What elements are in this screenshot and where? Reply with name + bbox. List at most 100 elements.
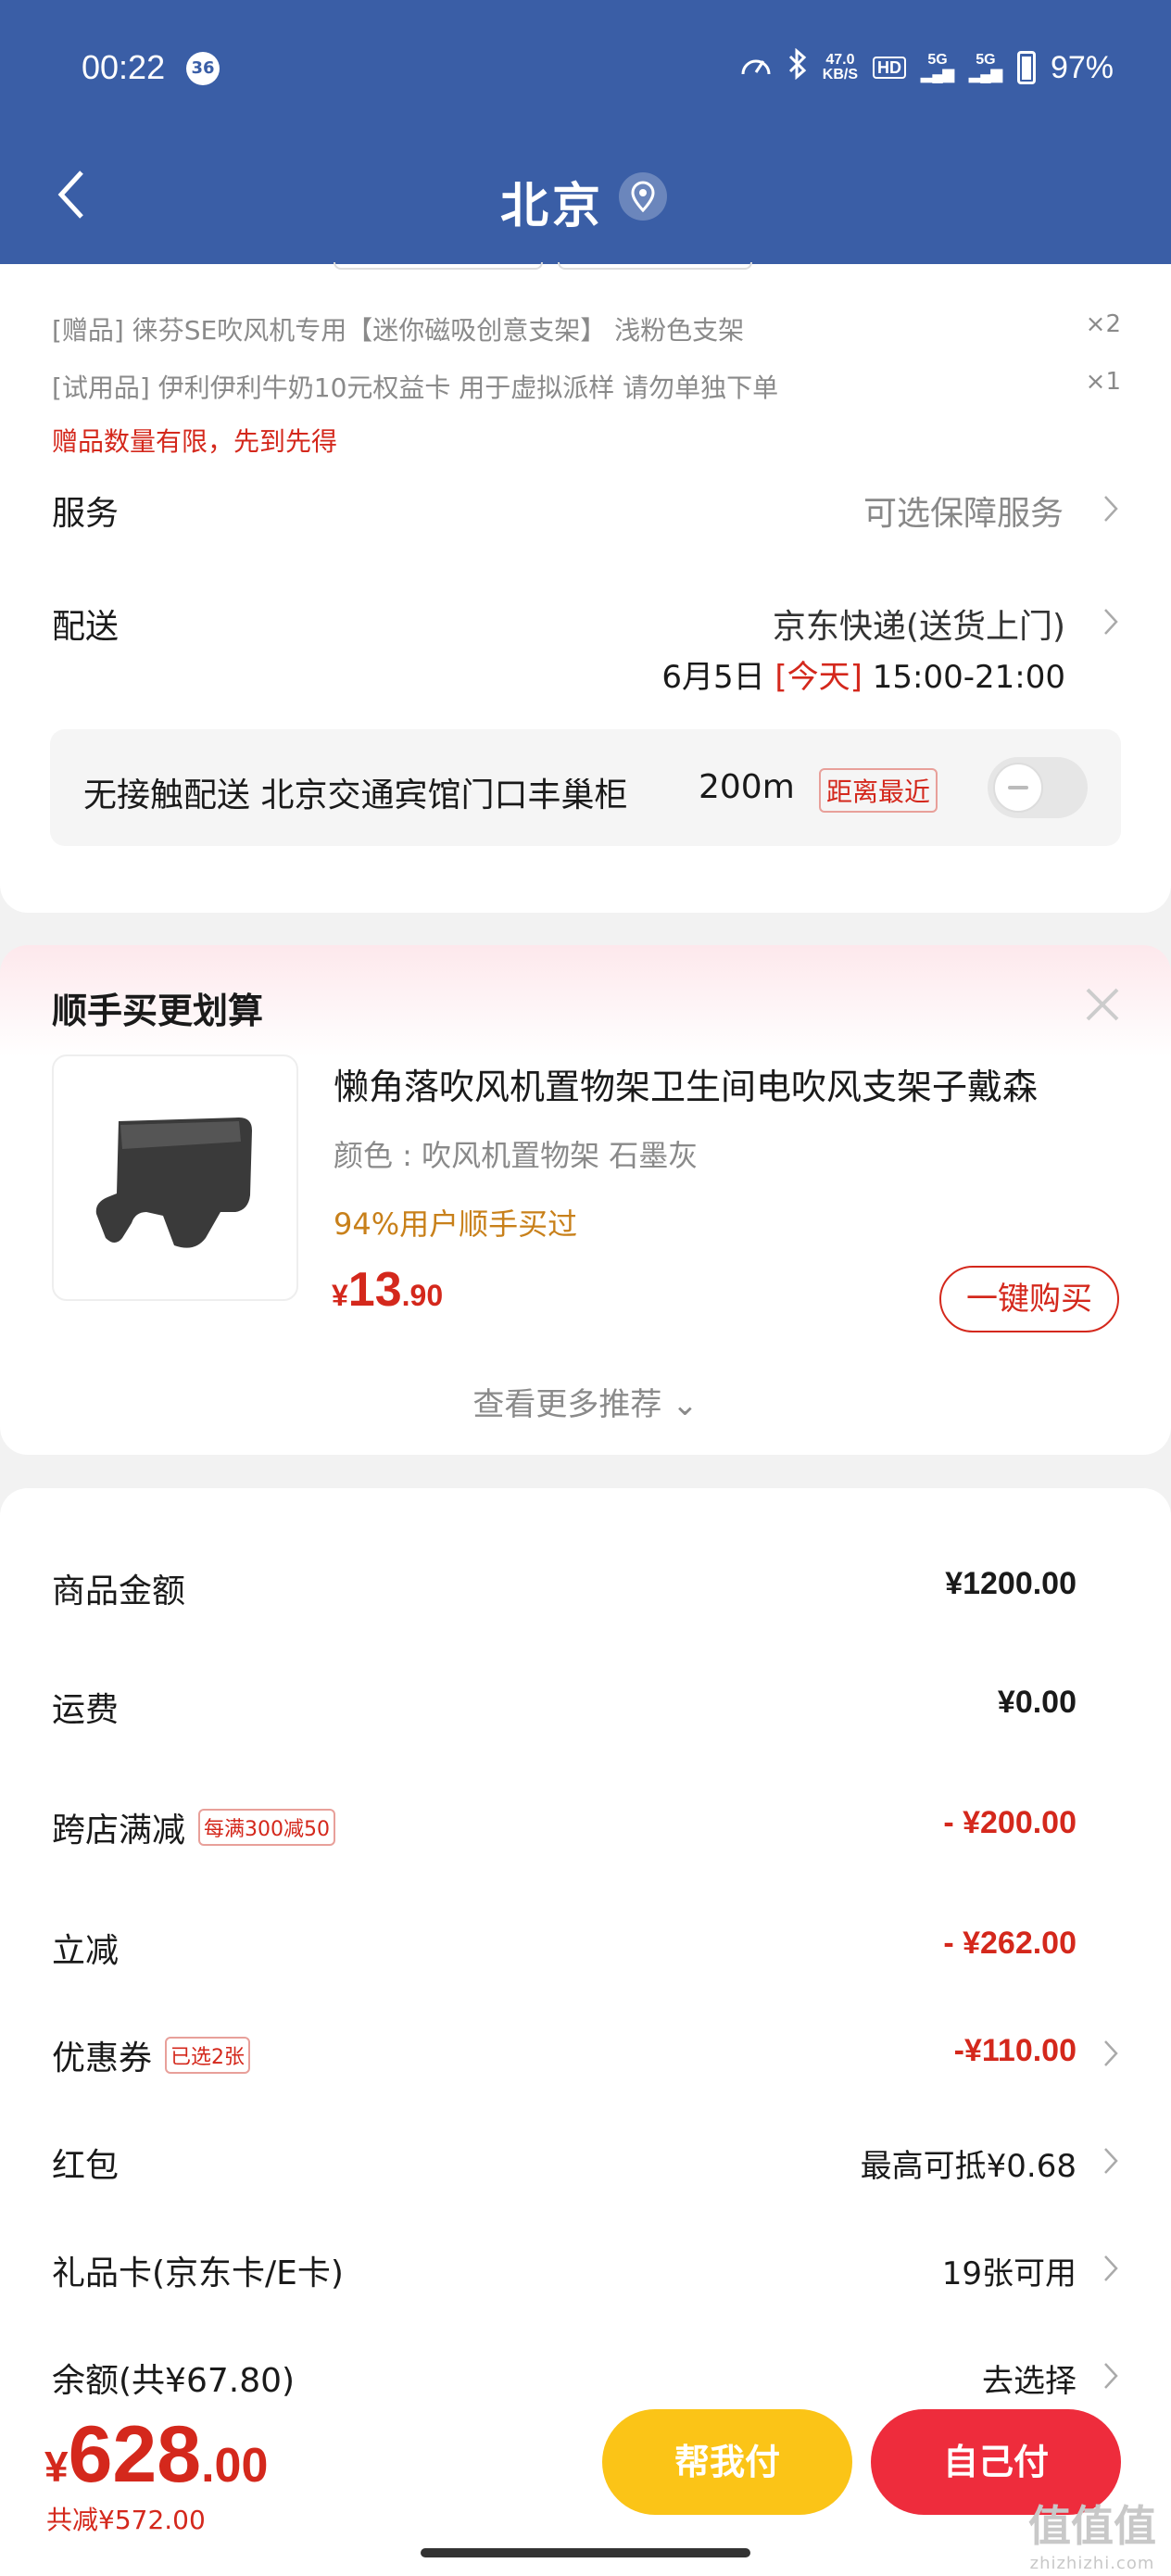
close-icon: [1086, 988, 1119, 1021]
coupon-label: 优惠券 已选2张: [52, 2031, 251, 2079]
coupon-selected-tag: 已选2张: [165, 2037, 251, 2074]
notification-count-badge: 36: [186, 52, 220, 85]
total-price: ¥628.00: [44, 2409, 268, 2501]
checkout-footer: ¥628.00 共减¥572.00 帮我付 自己付 值值值 zhizhizhi.c…: [0, 2400, 1171, 2576]
toggle-knob: [993, 763, 1043, 813]
delivery-today-tag: [今天]: [774, 659, 863, 696]
close-button[interactable]: [1082, 984, 1123, 1025]
tab-stub: [558, 262, 752, 270]
recommendation-title: 顺手买更划算: [52, 991, 264, 1031]
gift-card-row[interactable]: 礼品卡(京东卡/E卡) 19张可用: [0, 2246, 1171, 2302]
net-speed: 47.0 KB/S: [823, 53, 858, 82]
chevron-right-icon: [1102, 607, 1119, 644]
service-value: 可选保障服务: [863, 495, 1064, 533]
bluetooth-icon: [787, 47, 808, 87]
coupon-row[interactable]: 优惠券 已选2张 -¥110.00: [0, 2031, 1171, 2087]
red-packet-value: 最高可抵¥0.68: [860, 2148, 1077, 2185]
red-packet-label: 红包: [52, 2147, 120, 2185]
signal-label-1: 5G: [927, 52, 948, 68]
contactless-toggle[interactable]: [988, 757, 1088, 818]
location-pin-button[interactable]: [619, 172, 667, 221]
chevron-right-icon: [1102, 2361, 1119, 2394]
items-amount-value: ¥1200.00: [945, 1566, 1077, 1601]
delivery-method: 京东快递(送货上门): [772, 608, 1065, 646]
coupon-label-text: 优惠券: [52, 2039, 153, 2077]
app-header: 00:22 36 47.0 KB/S HD 5G ▂▄▆ 5G ▂▄▆ 97% 北京: [0, 0, 1171, 264]
watermark-sub: zhizhizhi.com: [1029, 2554, 1155, 2573]
battery-percent: 97%: [1050, 49, 1114, 85]
chevron-right-icon: [1102, 2146, 1119, 2179]
gift-item: [试用品] 伊利伊利牛奶10元权益卡 用于虚拟派样 请勿单独下单 ×1: [52, 368, 1121, 405]
instant-discount-row: 立减 - ¥262.00: [0, 1924, 1171, 1979]
price-integer: 13: [347, 1263, 402, 1317]
status-time: 00:22: [82, 48, 166, 86]
contactless-delivery-box: 无接触配送 北京交通宾馆门口丰巢柜 200m 距离最近: [50, 729, 1121, 846]
delivery-slot: 15:00-21:00: [862, 659, 1065, 696]
hair-dryer-holder-image: [95, 1118, 252, 1248]
watermark-text: 值值值: [1028, 2501, 1156, 2551]
gift-item-text: [试用品] 伊利伊利牛奶10元权益卡 用于虚拟派样 请勿单独下单: [52, 373, 779, 403]
contactless-text: 无接触配送 北京交通宾馆门口丰巢柜: [83, 777, 628, 814]
gift-card-label: 礼品卡(京东卡/E卡): [52, 2254, 344, 2292]
gift-item: [赠品] 徕芬SE吹风机专用【迷你磁吸创意支架】 浅粉色支架 ×2: [52, 310, 1121, 347]
delivery-date: 6月5日: [661, 659, 775, 696]
more-recommendations-link[interactable]: 查看更多推荐 ⌄: [0, 1379, 1171, 1424]
status-bar: 00:22 36 47.0 KB/S HD 5G ▂▄▆ 5G ▂▄▆ 97%: [0, 44, 1171, 96]
coupon-value: -¥110.00: [953, 2033, 1077, 2068]
net-speed-unit: KB/S: [822, 67, 859, 82]
signal-label-2: 5G: [976, 52, 996, 68]
status-indicators: 47.0 KB/S HD 5G ▂▄▆ 5G ▂▄▆ 97%: [739, 47, 1114, 87]
product-color: 颜色 : 吹风机置物架 石墨灰: [334, 1138, 699, 1173]
help-me-pay-button[interactable]: 帮我付: [602, 2409, 852, 2515]
chevron-left-icon: [57, 170, 83, 219]
price-decimal: .90: [401, 1279, 444, 1312]
cross-store-discount-row: 跨店满减 每满300减50 - ¥200.00: [0, 1803, 1171, 1859]
cross-store-tag: 每满300减50: [198, 1809, 336, 1846]
location-pin-icon: [631, 181, 655, 212]
total-price-symbol: ¥: [44, 2443, 69, 2491]
site-watermark: 值值值 zhizhizhi.com: [1028, 2493, 1156, 2573]
cross-store-label-text: 跨店满减: [52, 1812, 186, 1850]
service-label: 服务: [52, 495, 120, 533]
product-image[interactable]: [52, 1054, 298, 1301]
total-price-decimal: .00: [201, 2439, 269, 2493]
gift-item-text: [赠品] 徕芬SE吹风机专用【迷你磁吸创意支架】 浅粉色支架: [52, 315, 745, 346]
red-packet-row[interactable]: 红包 最高可抵¥0.68: [0, 2139, 1171, 2194]
speedometer-icon: [739, 50, 773, 85]
price-symbol: ¥: [332, 1279, 348, 1312]
order-details-card: [赠品] 徕芬SE吹风机专用【迷你磁吸创意支架】 浅粉色支架 ×2 [试用品] …: [0, 262, 1171, 913]
shipping-row: 运费 ¥0.00: [0, 1683, 1171, 1738]
product-bought-stat: 94%用户顺手买过: [334, 1206, 578, 1242]
home-indicator[interactable]: [421, 2548, 750, 2557]
balance-value: 去选择: [982, 2363, 1077, 2400]
cross-store-value: - ¥200.00: [943, 1805, 1077, 1840]
delivery-label: 配送: [52, 608, 120, 646]
battery-icon: [1016, 51, 1036, 84]
balance-label: 余额(共¥67.80): [52, 2362, 296, 2400]
items-amount-label: 商品金额: [52, 1572, 186, 1610]
product-name[interactable]: 懒角落吹风机置物架卫生间电吹风支架子戴森: [334, 1058, 1112, 1109]
signal-5g-icon-2: 5G ▂▄▆: [968, 52, 1002, 82]
items-amount-row: 商品金额 ¥1200.00: [0, 1564, 1171, 1620]
shipping-label: 运费: [52, 1691, 120, 1729]
gift-item-qty: ×1: [1085, 368, 1121, 396]
instant-discount-label: 立减: [52, 1932, 120, 1970]
contactless-distance: 200m: [699, 768, 795, 806]
back-button[interactable]: [54, 167, 91, 222]
instant-discount-value: - ¥262.00: [943, 1926, 1077, 1961]
total-price-integer: 628: [68, 2410, 202, 2499]
chevron-right-icon: [1102, 494, 1119, 531]
page-title: 北京: [500, 179, 605, 234]
chevron-right-icon: [1102, 2039, 1119, 2072]
shipping-value: ¥0.00: [997, 1685, 1077, 1720]
tab-stub: [334, 262, 543, 270]
signal-5g-icon-1: 5G ▂▄▆: [921, 52, 954, 82]
gift-card-value: 19张可用: [941, 2255, 1077, 2292]
delivery-time: 6月5日 [今天] 15:00-21:00: [661, 651, 1065, 697]
total-saved: 共减¥572.00: [46, 2505, 206, 2535]
one-click-buy-button[interactable]: 一键购买: [939, 1266, 1119, 1332]
gift-item-qty: ×2: [1085, 310, 1121, 338]
cross-store-label: 跨店满减 每满300减50: [52, 1803, 336, 1851]
hd-icon: HD: [873, 57, 907, 79]
gift-limited-note: 赠品数量有限，先到先得: [52, 426, 338, 457]
